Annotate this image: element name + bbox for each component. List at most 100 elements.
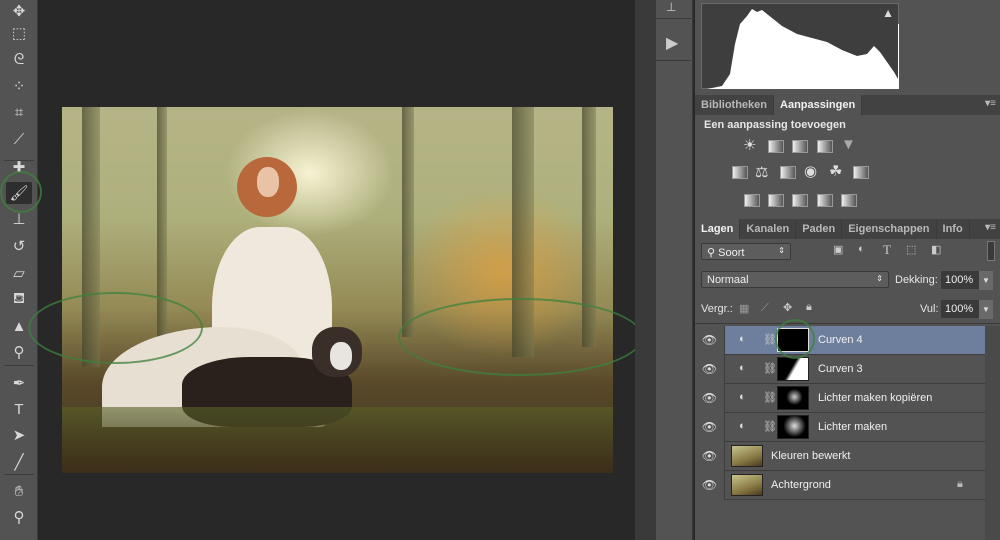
levels-icon[interactable] [768, 140, 784, 153]
visibility-eye-icon[interactable]: 👁︎ [695, 412, 725, 442]
layer-thumbnail[interactable] [731, 445, 763, 467]
eyedropper-icon[interactable]: ⟋ [6, 128, 32, 150]
tab-paden[interactable]: Paden [796, 219, 843, 239]
black-white-icon[interactable] [780, 166, 796, 179]
tool-separator [4, 365, 34, 366]
shape-filter-icon[interactable]: ⬚ [906, 243, 916, 256]
eraser-icon[interactable]: ▱ [6, 262, 32, 284]
tool-separator [4, 160, 34, 161]
history-brush-icon[interactable]: ↺ [6, 235, 32, 257]
warning-icon[interactable]: ▲ [882, 6, 894, 20]
adjustment-filter-icon[interactable]: ◐ [858, 243, 865, 255]
link-icon[interactable]: ⛓︎ [763, 362, 777, 375]
pixel-filter-icon[interactable]: ▣ [833, 243, 843, 256]
lock-transparent-icon[interactable]: ▦ [739, 302, 749, 315]
layer-thumbnail[interactable] [731, 474, 763, 496]
layer-row[interactable]: 👁︎ ◐ ⛓︎ Lichter maken [695, 412, 985, 442]
visibility-eye-icon[interactable]: 👁︎ [695, 470, 725, 500]
adjustments-tabbar: Bibliotheken Aanpassingen ▾≡ [695, 95, 1000, 115]
opacity-input[interactable]: 100% [941, 271, 979, 289]
link-icon[interactable]: ⛓︎ [763, 391, 777, 404]
filter-toggle[interactable] [987, 241, 995, 261]
layer-mask-thumbnail[interactable] [777, 415, 809, 439]
tab-info[interactable]: Info [937, 219, 970, 239]
tab-lagen[interactable]: Lagen [695, 219, 741, 239]
lock-position-icon[interactable]: ✥ [783, 301, 792, 314]
layer-row[interactable]: 👁︎ Achtergrond 🔒︎ [695, 470, 985, 500]
layer-row[interactable]: 👁︎ Kleuren bewerkt [695, 441, 985, 471]
layer-mask-thumbnail[interactable] [777, 357, 809, 381]
tab-eigenschappen[interactable]: Eigenschappen [842, 219, 937, 239]
type-filter-icon[interactable]: T [883, 242, 891, 258]
threshold-icon[interactable] [792, 194, 808, 207]
tab-bibliotheken[interactable]: Bibliotheken [695, 95, 775, 115]
tab-aanpassingen[interactable]: Aanpassingen [774, 95, 863, 115]
line-icon[interactable]: ╱ [6, 451, 32, 473]
selective-color-icon[interactable] [817, 194, 833, 207]
visibility-eye-icon[interactable]: 👁︎ [695, 354, 725, 384]
color-lookup-icon[interactable] [853, 166, 869, 179]
layer-filter-select[interactable]: ⚲ Soort ⇕ [701, 243, 791, 260]
document-image[interactable] [62, 107, 613, 473]
brightness-icon[interactable]: ☀ [743, 136, 756, 154]
fill-dropdown[interactable]: ▼ [979, 300, 993, 319]
panel-divider [635, 0, 655, 540]
fill-input[interactable]: 100% [941, 300, 979, 318]
crop-icon[interactable]: ⌗ [6, 101, 32, 123]
layer-name: Curven 3 [818, 363, 863, 375]
vibrance-icon[interactable]: ▼ [841, 136, 856, 153]
dodge-icon[interactable]: ⚲ [6, 341, 32, 363]
link-icon[interactable]: ⛓︎ [763, 420, 777, 433]
quick-select-icon[interactable]: ⁘ [6, 75, 32, 97]
collapsed-panel-dock: ⊥ ▶ [655, 0, 694, 540]
posterize-icon[interactable] [768, 194, 784, 207]
opacity-label: Dekking: [895, 274, 938, 286]
adjustment-layer-icon: ◐ [739, 333, 746, 345]
stamp-panel-icon[interactable]: ⊥ [666, 0, 684, 14]
layer-row[interactable]: 👁︎ ◐ ⛓︎ Lichter maken kopiëren [695, 383, 985, 413]
tools-panel: ✥ ⬚ ᘓ ⁘ ⌗ ⟋ ✚ 🖌︎ ⊥ ↺ ▱ ⛾ ▲ ⚲ ✒︎ T ➤ ╱ ✋︎ ⚲ [0, 0, 38, 540]
panel-menu-icon[interactable]: ▾≡ [985, 98, 996, 109]
visibility-eye-icon[interactable]: 👁︎ [695, 441, 725, 471]
right-panels: ▲ Bibliotheken Aanpassingen ▾≡ Een aanpa… [695, 0, 1000, 540]
hand-icon[interactable]: ✋︎ [6, 480, 32, 502]
visibility-eye-icon[interactable]: 👁︎ [695, 325, 725, 355]
layers-scrollbar[interactable] [985, 326, 1000, 540]
opacity-dropdown[interactable]: ▼ [979, 271, 993, 290]
lock-pixels-icon[interactable]: ⟋ [761, 302, 769, 315]
move-icon[interactable]: ✥ [6, 0, 32, 22]
paint-bucket-icon[interactable]: ⛾ [6, 288, 32, 310]
layer-row[interactable]: 👁︎ ◐ ⛓︎ Curven 3 [695, 354, 985, 384]
layer-mask-thumbnail[interactable] [777, 386, 809, 410]
zoom-icon[interactable]: ⚲ [6, 506, 32, 528]
marquee-icon[interactable]: ⬚ [6, 22, 32, 44]
invert-icon[interactable] [744, 194, 760, 207]
photo-filter-icon[interactable]: ◉ [804, 162, 817, 180]
channel-mixer-icon[interactable]: ☘ [829, 162, 842, 180]
adjustment-layer-icon: ◐ [739, 391, 746, 403]
visibility-eye-icon[interactable]: 👁︎ [695, 383, 725, 413]
layers-tabbar: Lagen Kanalen Paden Eigenschappen Info ▾… [695, 219, 1000, 239]
smart-object-filter-icon[interactable]: ◧ [931, 243, 941, 256]
tool-separator [4, 474, 34, 475]
layer-name: Kleuren bewerkt [771, 450, 851, 462]
annotation-circle-brush [0, 171, 42, 213]
annotation-circle-mask [775, 319, 815, 359]
blend-mode-select[interactable]: Normaal ⇕ [701, 271, 889, 288]
panel-menu-icon[interactable]: ▾≡ [985, 222, 996, 233]
path-select-icon[interactable]: ➤ [6, 424, 32, 446]
lock-all-icon[interactable]: 🔒︎ [806, 301, 812, 314]
play-icon[interactable]: ▶ [666, 33, 678, 53]
lasso-icon[interactable]: ᘓ [6, 48, 32, 70]
lock-icon[interactable]: 🔒︎ [957, 478, 963, 491]
curves-icon[interactable] [792, 140, 808, 153]
hue-saturation-icon[interactable] [732, 166, 748, 179]
tab-kanalen[interactable]: Kanalen [740, 219, 797, 239]
type-icon[interactable]: T [6, 398, 32, 420]
color-balance-icon[interactable]: ⚖ [755, 163, 768, 181]
gradient-map-icon[interactable] [841, 194, 857, 207]
layer-row[interactable]: 👁︎ ◐ ⛓︎ Curven 4 [695, 325, 985, 355]
pen-icon[interactable]: ✒︎ [6, 372, 32, 394]
exposure-icon[interactable] [817, 140, 833, 153]
layer-name: Curven 4 [818, 334, 863, 346]
